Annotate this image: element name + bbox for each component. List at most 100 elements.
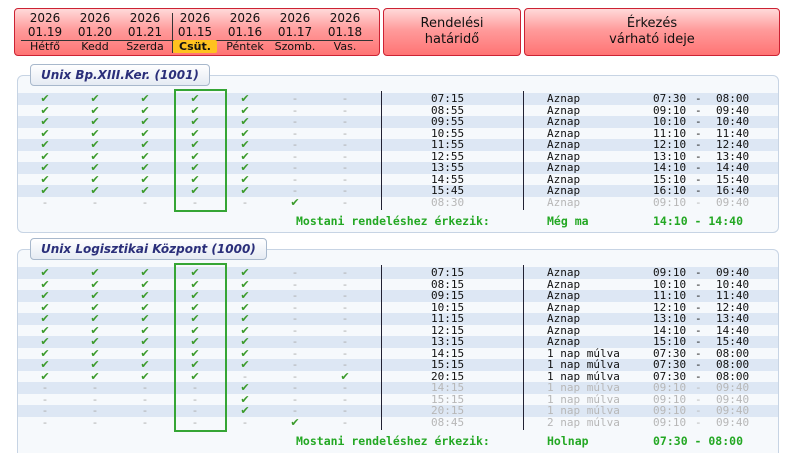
dash-icon: - (143, 195, 147, 209)
dash-icon: - (343, 404, 347, 417)
deadline-header: Rendelési határidő (383, 8, 521, 56)
today-divider (172, 13, 173, 53)
dash-icon: - (343, 358, 347, 371)
arrival-from: 14:10 (653, 161, 687, 174)
weekday-year: 2026 (29, 11, 61, 25)
arrival-to: 15:40 (716, 335, 750, 348)
arrival-to: 12:40 (716, 138, 750, 151)
check-icon: ✔ (40, 312, 50, 325)
weekday-year: 2026 (279, 11, 311, 25)
time-range-separator: - (695, 266, 702, 279)
dash-icon: - (343, 335, 347, 348)
arrival-day: Aznap (547, 195, 581, 209)
weekday-date: 01.17 (277, 25, 313, 39)
schedule-row: ✔ ✔ ✔ ✔ ✔ - -13:55 Aznap 14:10-14:40 (18, 162, 778, 174)
check-icon: ✔ (140, 138, 150, 151)
deadline-header-title-1: Rendelési (420, 16, 484, 31)
weekday-name-today-badge: Csüt. (173, 40, 217, 53)
time-range-separator: - (695, 415, 702, 429)
schedule-row: - - - - ✔ - -20:15 1 nap múlva 09:10-09:40 (18, 405, 778, 417)
weekday-year: 2026 (329, 11, 361, 25)
check-icon: ✔ (240, 138, 250, 151)
dash-icon: - (243, 415, 247, 429)
arrival-from: 13:10 (653, 312, 687, 325)
weekday-column-header: 2026 01.21 Szerda (120, 11, 170, 53)
arrival-day: Aznap (547, 335, 581, 348)
arrival-to: 08:00 (716, 358, 750, 371)
weekday-name: Kedd (81, 40, 109, 53)
check-icon: ✔ (90, 115, 100, 128)
order-deadline: 09:55 (431, 115, 465, 128)
order-deadline: 15:45 (431, 184, 465, 197)
check-icon: ✔ (240, 335, 250, 348)
dash-icon: - (343, 415, 347, 429)
weekday-year: 2026 (129, 11, 161, 25)
dash-icon: - (43, 404, 47, 417)
warehouse-panel-1000: Unix Logisztikai Központ (1000) ✔ ✔ ✔ ✔ ✔ - -0… (17, 238, 779, 453)
dash-icon: - (93, 195, 97, 209)
check-icon: ✔ (140, 266, 150, 279)
weekday-date: 01.15 (177, 25, 213, 39)
time-range-separator: - (695, 115, 702, 128)
schedule-row: ✔ ✔ ✔ ✔ ✔ - -09:55 Aznap 10:10-10:40 (18, 116, 778, 128)
check-icon: ✔ (240, 381, 250, 394)
check-icon: ✔ (140, 92, 150, 105)
check-icon: ✔ (240, 115, 250, 128)
arrival-header: Érkezés várható ideje (524, 8, 780, 56)
schedule-row: ✔ ✔ ✔ ✔ ✔ - -07:15 Aznap 07:30-08:00 (18, 93, 778, 105)
dash-icon: - (43, 415, 47, 429)
dash-icon: - (293, 358, 297, 371)
time-range-separator: - (695, 312, 702, 325)
check-icon: ✔ (90, 335, 100, 348)
arrival-to: 09:40 (716, 381, 750, 394)
dash-icon: - (43, 381, 47, 394)
footer-arrival-day: Holnap (547, 434, 589, 448)
dash-icon: - (293, 266, 297, 279)
footer-label: Mostani rendeléshez érkezik: (296, 214, 490, 228)
dash-icon: - (343, 312, 347, 325)
arrival-day: 1 nap múlva (547, 358, 620, 371)
schedule-row: - - - - ✔ - -14:15 1 nap múlva 09:10-09:40 (18, 382, 778, 394)
arrival-to: 09:40 (716, 195, 750, 209)
schedule-row: ✔ ✔ ✔ ✔ ✔ - -15:15 1 nap múlva 07:30-08:00 (18, 359, 778, 371)
check-icon: ✔ (40, 289, 50, 302)
time-range-separator: - (695, 195, 702, 209)
check-icon: ✔ (90, 266, 100, 279)
arrival-from: 09:10 (653, 415, 687, 429)
weekday-column-header: 2026 01.18 Vas. (320, 11, 370, 53)
dash-icon: - (293, 381, 297, 394)
check-icon: ✔ (40, 358, 50, 371)
check-icon: ✔ (290, 195, 300, 209)
check-icon: ✔ (90, 312, 100, 325)
arrival-day: Aznap (547, 161, 581, 174)
arrival-day: Aznap (547, 115, 581, 128)
weekday-date: 01.21 (127, 25, 163, 39)
check-icon: ✔ (140, 312, 150, 325)
dash-icon: - (343, 266, 347, 279)
dash-icon: - (293, 289, 297, 302)
dash-icon: - (243, 195, 247, 209)
dash-icon: - (343, 138, 347, 151)
time-range-separator: - (695, 358, 702, 371)
check-icon: ✔ (90, 161, 100, 174)
arrival-to: 09:40 (716, 415, 750, 429)
weekday-year: 2026 (179, 11, 211, 25)
today-column-highlight (174, 263, 227, 432)
arrival-day: Aznap (547, 289, 581, 302)
time-range-separator: - (695, 381, 702, 394)
dash-icon: - (343, 92, 347, 105)
arrival-day: 2 nap múlva (547, 415, 620, 429)
footer-arrival-time: 07:30 - 08:00 (653, 434, 744, 448)
arrival-day: Aznap (547, 138, 581, 151)
check-icon: ✔ (90, 358, 100, 371)
time-range-separator: - (695, 161, 702, 174)
schedule-row: - - - - - ✔ -08:30 Aznap 09:10-09:40 (18, 195, 778, 209)
check-icon: ✔ (40, 138, 50, 151)
warehouse-panel-1001: Unix Bp.XIII.Ker. (1001) ✔ ✔ ✔ ✔ ✔ - -07:15 Azn… (17, 64, 779, 233)
order-deadline: 14:15 (431, 381, 465, 394)
weekday-column-header: 2026 01.15 Csüt. (170, 11, 220, 53)
dash-icon: - (143, 381, 147, 394)
weekday-year: 2026 (79, 11, 111, 25)
arrival-day: 1 nap múlva (547, 404, 620, 417)
check-icon: ✔ (40, 115, 50, 128)
